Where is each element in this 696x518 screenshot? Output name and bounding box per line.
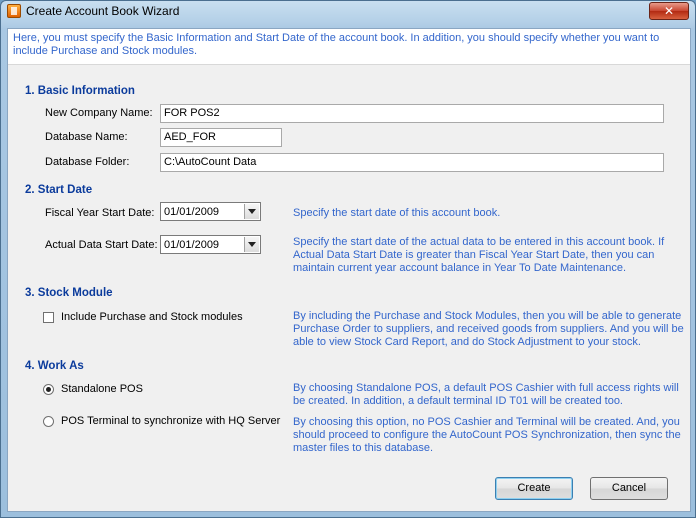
fiscal-year-start-label: Fiscal Year Start Date: (45, 207, 155, 219)
pos-terminal-hint: By choosing this option, no POS Cashier … (293, 416, 681, 454)
actual-data-start-hint: Specify the start date of the actual dat… (293, 236, 665, 274)
fiscal-year-start-picker[interactable]: 01/01/2009 (160, 202, 261, 221)
section-stock-module: 3. Stock Module (25, 287, 113, 299)
include-stock-checkbox[interactable] (43, 312, 54, 323)
company-name-input[interactable]: FOR POS2 (160, 104, 664, 123)
pos-terminal-label[interactable]: POS Terminal to synchronize with HQ Serv… (61, 415, 280, 427)
standalone-pos-label[interactable]: Standalone POS (61, 383, 143, 395)
standalone-pos-radio[interactable] (43, 384, 54, 395)
chevron-down-icon[interactable] (244, 204, 259, 219)
cancel-button[interactable]: Cancel (590, 477, 668, 500)
database-name-label: Database Name: (45, 131, 128, 143)
section-basic-information: 1. Basic Information (25, 85, 135, 97)
instruction-banner: Here, you must specify the Basic Informa… (8, 29, 690, 65)
database-folder-label: Database Folder: (45, 156, 130, 168)
standalone-pos-hint: By choosing Standalone POS, a default PO… (293, 382, 679, 407)
chevron-down-icon[interactable] (244, 237, 259, 252)
pos-terminal-radio[interactable] (43, 416, 54, 427)
company-name-label: New Company Name: (45, 107, 153, 119)
app-icon (7, 4, 21, 18)
actual-data-start-value: 01/01/2009 (164, 239, 220, 251)
dialog-body: Here, you must specify the Basic Informa… (7, 28, 691, 512)
instruction-text: Here, you must specify the Basic Informa… (13, 32, 660, 57)
wizard-window: Create Account Book Wizard ✕ Here, you m… (0, 0, 696, 518)
create-button[interactable]: Create (495, 477, 573, 500)
section-work-as: 4. Work As (25, 360, 84, 372)
section-start-date: 2. Start Date (25, 184, 93, 196)
database-name-input[interactable]: AED_FOR (160, 128, 282, 147)
stock-module-hint: By including the Purchase and Stock Modu… (293, 310, 684, 348)
actual-data-start-label: Actual Data Start Date: (45, 239, 158, 251)
database-folder-input[interactable]: C:\AutoCount Data (160, 153, 664, 172)
fiscal-year-start-value: 01/01/2009 (164, 206, 220, 218)
close-button[interactable]: ✕ (649, 2, 689, 20)
title-bar[interactable]: Create Account Book Wizard ✕ (1, 1, 695, 23)
window-title: Create Account Book Wizard (26, 4, 180, 18)
fiscal-year-start-hint: Specify the start date of this account b… (293, 207, 501, 219)
actual-data-start-picker[interactable]: 01/01/2009 (160, 235, 261, 254)
include-stock-label[interactable]: Include Purchase and Stock modules (61, 311, 243, 323)
